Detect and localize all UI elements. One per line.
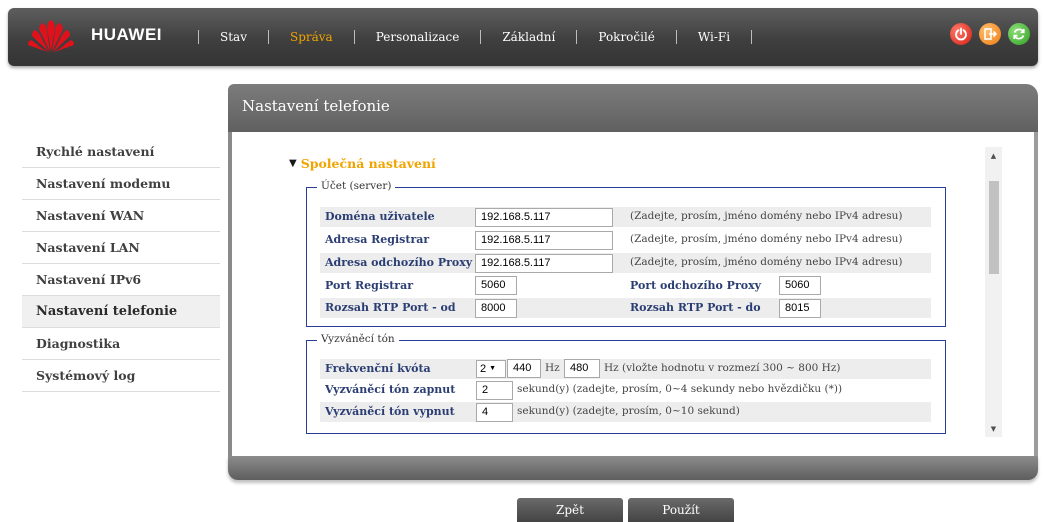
apply-button[interactable]: Použít [628,498,734,522]
chevron-down-icon: ▼ [489,365,497,372]
back-button[interactable]: Zpět [517,498,623,522]
panel-header: Nastavení telefonie [228,84,1038,132]
nav-item-zakladni[interactable]: Základní [481,30,576,44]
rtp-to-input[interactable]: 8015 [779,299,821,318]
frequency-label: Frekvenční kvóta [325,362,431,375]
rtp-from-input[interactable]: 8000 [475,299,517,318]
port-registrar-input[interactable]: 5060 [475,276,517,295]
hz-unit-label: Hz [545,362,560,374]
registrar-label: Adresa Registrar [325,233,430,246]
sidebar: Rychlé nastavení Nastavení modemu Nastav… [22,136,220,392]
refresh-icon[interactable] [1008,23,1030,45]
account-legend: Účet (server) [317,180,396,192]
content-scrollbar[interactable]: ▲ ▼ [985,147,1002,437]
registrar-hint: (Zadejte, prosím, jméno domény nebo IPv4… [630,233,903,245]
proxy-input[interactable]: 192.168.5.117 [475,254,613,273]
domain-input[interactable]: 192.168.5.117 [475,208,613,227]
scroll-up-icon[interactable]: ▲ [985,147,1002,164]
rtp-to-label: Rozsah RTP Port - do [630,301,761,314]
nav-item-sprava[interactable]: Správa [269,30,354,44]
sidebar-item-wan[interactable]: Nastavení WAN [22,200,220,232]
domain-hint: (Zadejte, prosím, jméno domény nebo IPv4… [630,210,903,222]
domain-label: Doména uživatele [325,210,435,223]
main-nav: Stav Správa Personalizace Základní Pokro… [198,29,753,45]
sidebar-item-quick-setup[interactable]: Rychlé nastavení [22,136,220,168]
panel-footer [228,456,1038,480]
top-icon-group [950,23,1030,45]
port-registrar-label: Port Registrar [325,279,414,292]
ring-off-input[interactable]: 4 [476,403,513,422]
nav-item-personalizace[interactable]: Personalizace [355,30,481,44]
sidebar-item-telephony[interactable]: Nastavení telefonie [22,296,220,328]
ring-on-input[interactable]: 2 [476,381,513,400]
proxy-hint: (Zadejte, prosím, jméno domény nebo IPv4… [630,256,903,268]
brand-name: HUAWEI [91,25,162,44]
nav-item-wifi[interactable]: Wi-Fi [677,30,751,44]
ring-off-hint: sekund(y) (zadejte, prosím, 0~10 sekund) [517,405,740,417]
port-proxy-input[interactable]: 5060 [779,276,821,295]
scroll-thumb[interactable] [989,181,999,274]
frequency-hz1-input[interactable]: 440 [507,359,541,378]
scroll-down-icon[interactable]: ▼ [985,420,1002,437]
sidebar-item-system-log[interactable]: Systémový log [22,360,220,392]
ring-on-hint: sekund(y) (zadejte, prosím, 0~4 sekundy … [517,383,843,395]
nav-item-stav[interactable]: Stav [199,30,268,44]
registrar-input[interactable]: 192.168.5.117 [475,231,613,250]
sidebar-item-lan[interactable]: Nastavení LAN [22,232,220,264]
huawei-logo-icon [28,20,74,52]
nav-separator [751,30,753,44]
sidebar-item-modem[interactable]: Nastavení modemu [22,168,220,200]
rtp-from-label: Rozsah RTP Port - od [325,301,456,314]
collapse-triangle-icon: ▼ [289,158,297,169]
frequency-select[interactable]: 2 ▼ [476,360,506,378]
ring-on-label: Vyzváněcí tón zapnut [325,383,456,396]
sidebar-item-diagnostics[interactable]: Diagnostika [22,328,220,360]
frequency-hz2-input[interactable]: 480 [564,359,600,378]
page-title: Nastavení telefonie [242,97,390,115]
port-proxy-label: Port odchozího Proxy [630,279,762,292]
proxy-label: Adresa odchozího Proxy [325,256,473,269]
ring-off-label: Vyzváněcí tón vypnut [325,405,455,418]
top-navigation-bar: HUAWEI Stav Správa Personalizace Základn… [8,8,1038,66]
sidebar-item-ipv6[interactable]: Nastavení IPv6 [22,264,220,296]
nav-item-pokrocile[interactable]: Pokročilé [577,30,676,44]
frequency-hint: Hz (vložte hodnotu v rozmezí 300 ~ 800 H… [604,362,841,374]
logout-icon[interactable] [979,23,1001,45]
frequency-select-value: 2 [480,363,487,375]
power-icon[interactable] [950,23,972,45]
ringtone-legend: Vyzváněcí tón [317,333,399,345]
section-toggle[interactable]: ▼ Společná nastavení [289,156,436,171]
section-title: Společná nastavení [300,156,436,171]
